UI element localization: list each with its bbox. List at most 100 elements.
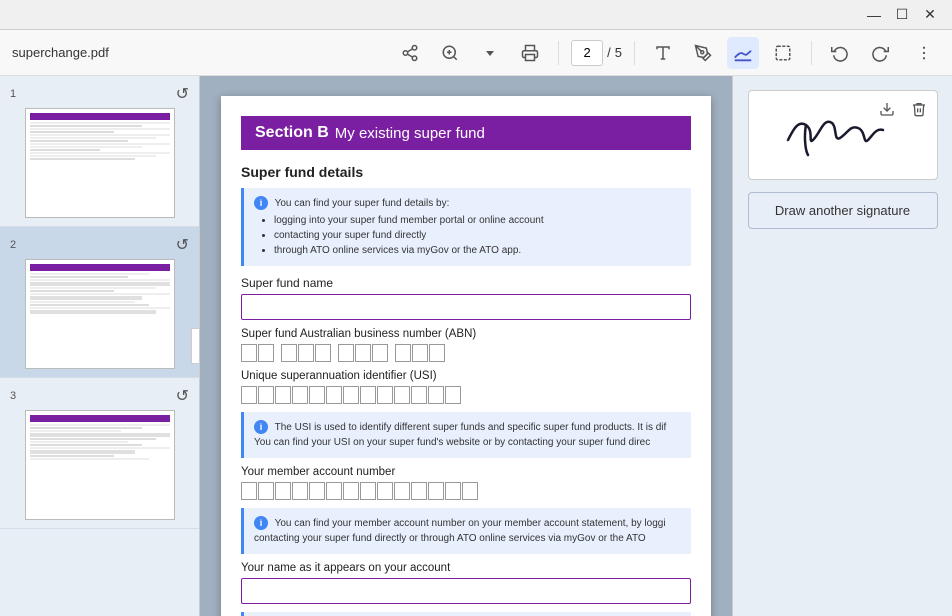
usi-boxes [241,386,691,404]
name-on-account-input[interactable] [241,578,691,604]
filename-label: superchange.pdf [12,45,109,60]
redo-button[interactable] [864,37,896,69]
toolbar: superchange.pdf / 5 [0,30,952,76]
delete-signature-button[interactable] [905,95,933,123]
signature-box [748,90,938,180]
account-box[interactable] [241,482,257,500]
info-text-3: You can find your member account number … [254,518,666,544]
abn-box[interactable] [315,344,331,362]
account-box[interactable] [360,482,376,500]
member-account-label: Your member account number [241,466,691,478]
usi-box[interactable] [394,386,410,404]
usi-box[interactable] [326,386,342,404]
usi-box[interactable] [411,386,427,404]
usi-box[interactable] [275,386,291,404]
section-title: My existing super fund [335,125,485,142]
draw-tool-button[interactable] [687,37,719,69]
info-text-2: The USI is used to identify different su… [254,422,666,448]
page-thumbnails-panel: ‹ 1 ↺ [0,76,200,616]
page-number-label: 1 [10,88,26,100]
info-box-3: i You can find your member account numbe… [241,508,691,554]
close-button[interactable]: ✕ [916,4,944,26]
account-box[interactable] [377,482,393,500]
super-fund-name-label: Super fund name [241,276,691,290]
abn-box[interactable] [412,344,428,362]
info-icon-3: i [254,516,268,530]
account-box[interactable] [411,482,427,500]
undo-button[interactable] [824,37,856,69]
abn-box[interactable] [429,344,445,362]
sidebar-collapse-button[interactable]: ‹ [191,328,200,364]
page-number-input[interactable] [571,40,603,66]
maximize-button[interactable]: ☐ [888,4,916,26]
selection-tool-button[interactable] [767,37,799,69]
abn-box[interactable] [281,344,297,362]
section-label: Section B [255,124,329,142]
thumbnail-image-2 [25,259,175,369]
info-box-4: i This must match the name shown on your… [241,612,691,616]
text-tool-button[interactable] [647,37,679,69]
separator3 [811,41,812,65]
account-box[interactable] [275,482,291,500]
usi-box[interactable] [258,386,274,404]
zoom-in-button[interactable] [434,37,466,69]
usi-box[interactable] [292,386,308,404]
page-navigation: / 5 [571,40,622,66]
zoom-dropdown-button[interactable] [474,37,506,69]
abn-box[interactable] [338,344,354,362]
account-box[interactable] [445,482,461,500]
signature-actions [873,95,933,123]
usi-box[interactable] [309,386,325,404]
rotate-page-2-button[interactable]: ↺ [176,235,189,255]
draw-another-signature-button[interactable]: Draw another signature [748,192,938,229]
signature-tool-button[interactable] [727,37,759,69]
member-account-boxes [241,482,691,500]
more-options-button[interactable] [908,37,940,69]
info-icon-2: i [254,420,268,434]
usi-box[interactable] [428,386,444,404]
titlebar: — ☐ ✕ [0,0,952,30]
usi-box[interactable] [360,386,376,404]
thumbnail-image-3 [25,410,175,520]
rotate-page-button[interactable]: ↺ [176,84,189,104]
print-button[interactable] [514,37,546,69]
account-box[interactable] [292,482,308,500]
account-box[interactable] [462,482,478,500]
usi-box[interactable] [445,386,461,404]
abn-box[interactable] [395,344,411,362]
page-thumbnail-1[interactable]: 1 ↺ [0,76,199,227]
account-box[interactable] [428,482,444,500]
account-box[interactable] [343,482,359,500]
signature-panel: Draw another signature [732,76,952,616]
abn-box[interactable] [355,344,371,362]
page-separator: / [607,45,611,60]
thumbnail-image-1 [25,108,175,218]
download-signature-button[interactable] [873,95,901,123]
abn-box[interactable] [258,344,274,362]
abn-label: Super fund Australian business number (A… [241,328,691,340]
page-thumbnail-3[interactable]: 3 ↺ [0,378,199,529]
usi-box[interactable] [241,386,257,404]
rotate-page-3-button[interactable]: ↺ [176,386,189,406]
usi-box[interactable] [377,386,393,404]
page-thumbnail-2[interactable]: 2 ↺ [0,227,199,378]
info-bullet-1: logging into your super fund member port… [274,213,681,228]
account-box[interactable] [309,482,325,500]
super-fund-name-input[interactable] [241,294,691,320]
abn-box[interactable] [372,344,388,362]
account-box[interactable] [258,482,274,500]
info-icon-1: i [254,196,268,210]
page-number-label-2: 2 [10,239,26,251]
abn-box[interactable] [298,344,314,362]
page-number-label-3: 3 [10,390,26,402]
abn-box[interactable] [241,344,257,362]
account-box[interactable] [394,482,410,500]
minimize-button[interactable]: — [860,4,888,26]
main-content: ‹ 1 ↺ [0,76,952,616]
account-box[interactable] [326,482,342,500]
usi-box[interactable] [343,386,359,404]
share-button[interactable] [394,37,426,69]
page-total: 5 [615,45,622,60]
pdf-page: Section B My existing super fund Super f… [221,96,711,616]
pdf-viewer[interactable]: Section B My existing super fund Super f… [200,76,732,616]
